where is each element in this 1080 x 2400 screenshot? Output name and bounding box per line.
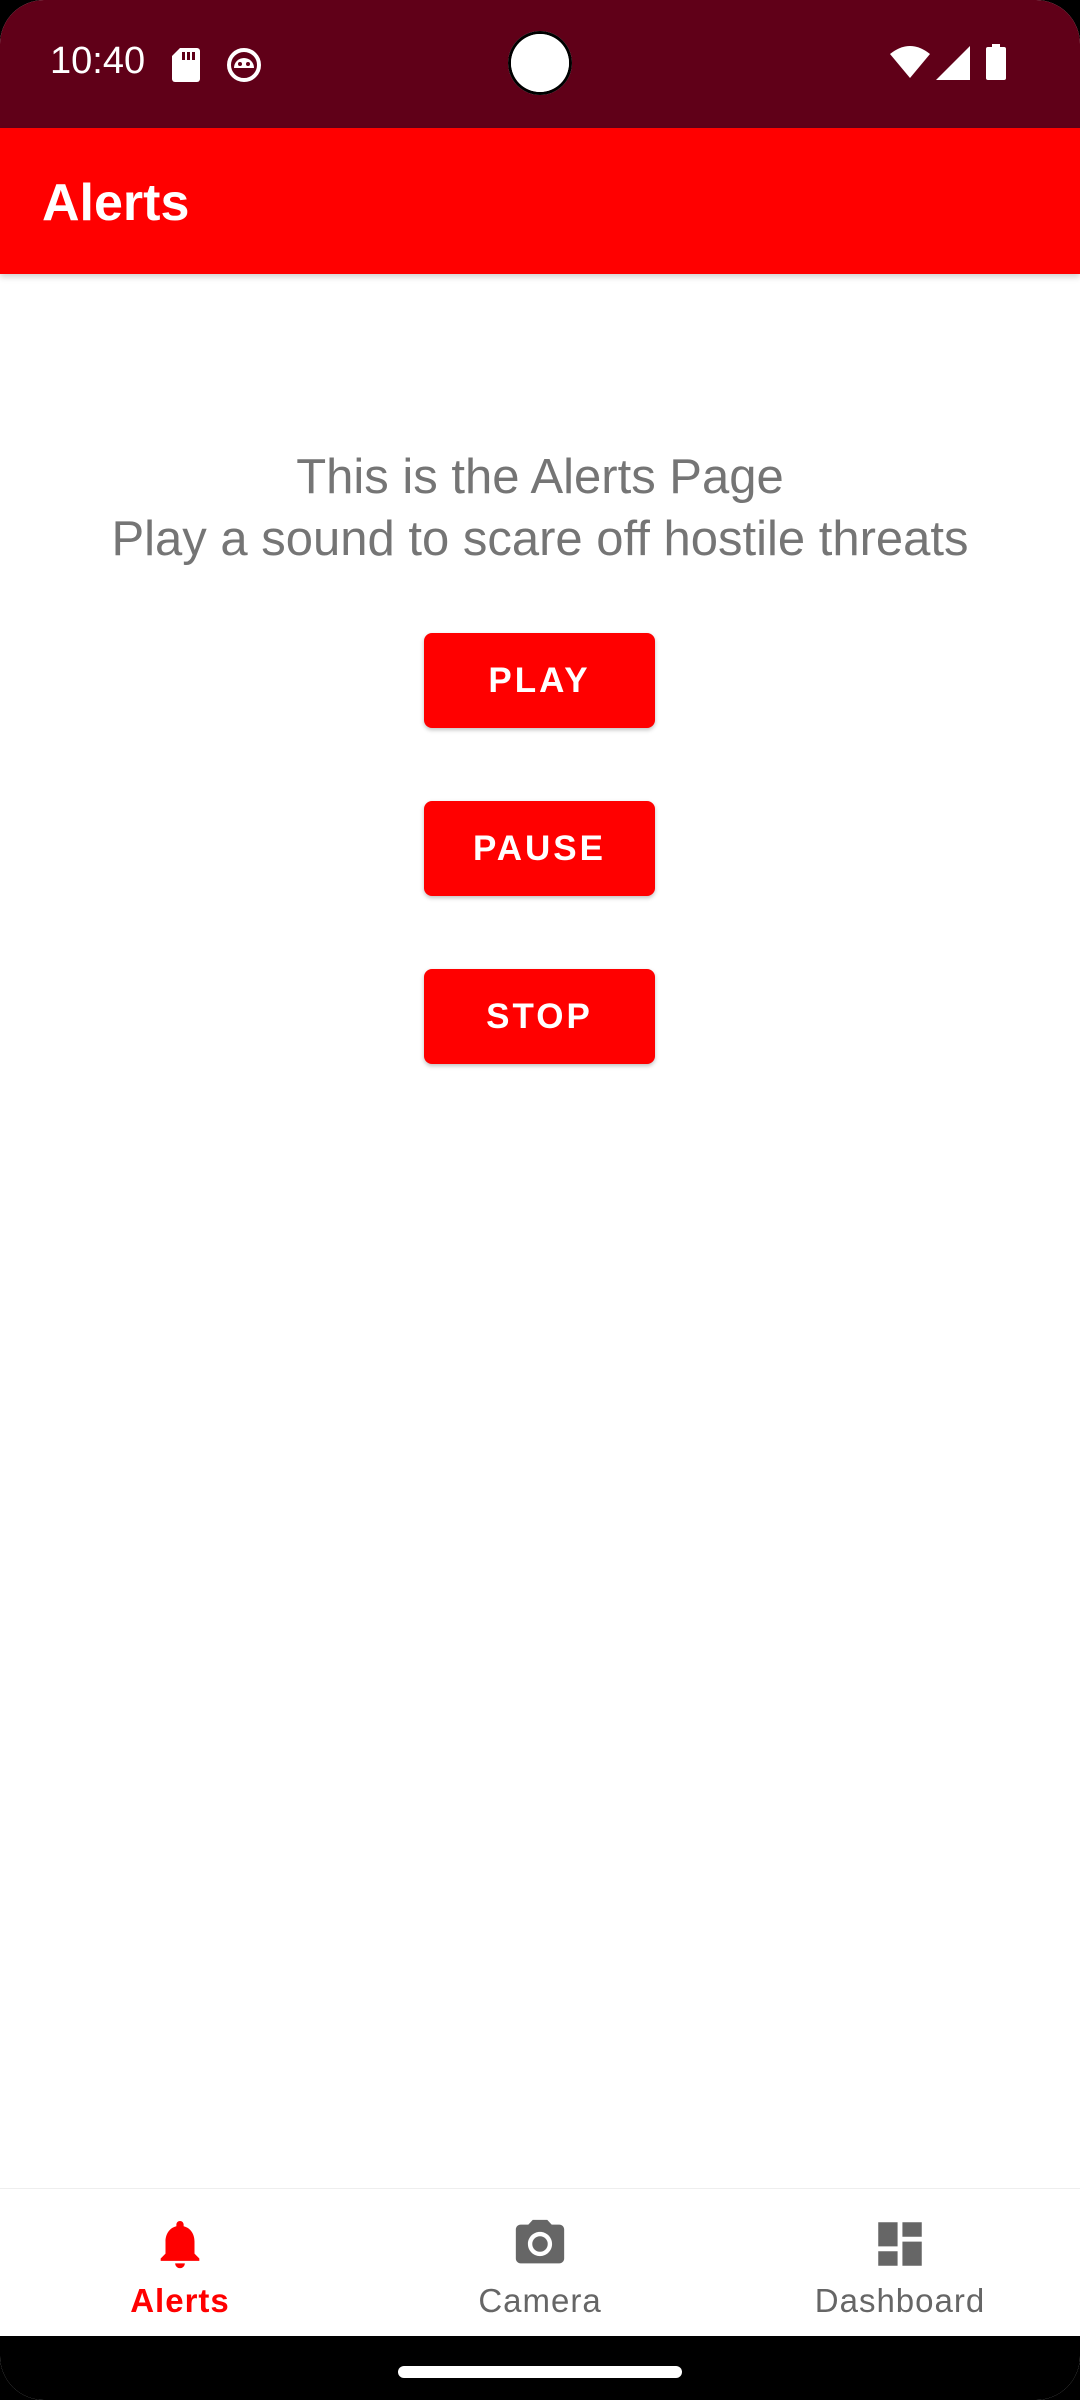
status-time: 10:40 bbox=[50, 40, 146, 82]
gesture-navigation-bar bbox=[0, 2336, 1080, 2400]
camera-cutout bbox=[508, 31, 572, 95]
nav-item-camera[interactable]: Camera bbox=[360, 2189, 720, 2337]
cell-signal-icon bbox=[936, 46, 970, 80]
bottom-navigation: Alerts Camera Dashboard bbox=[0, 2188, 1080, 2337]
app-bar: Alerts bbox=[0, 128, 1080, 274]
android-debug-icon bbox=[227, 48, 261, 82]
dashboard-icon bbox=[878, 2222, 922, 2266]
status-bar: 10:40 bbox=[0, 0, 1080, 128]
intro-line-1: This is the Alerts Page bbox=[296, 450, 784, 504]
nav-label-camera: Camera bbox=[478, 2282, 602, 2319]
page-title: Alerts bbox=[42, 174, 190, 232]
stop-button[interactable]: STOP bbox=[424, 969, 655, 1064]
battery-icon bbox=[986, 44, 1006, 80]
alerts-description: This is the Alerts Page Play a sound to … bbox=[0, 446, 1080, 570]
nav-label-dashboard: Dashboard bbox=[814, 2282, 986, 2319]
camera-icon bbox=[515, 2219, 565, 2264]
intro-line-2: Play a sound to scare off hostile threat… bbox=[111, 512, 969, 566]
nav-item-dashboard[interactable]: Dashboard bbox=[720, 2189, 1080, 2337]
wifi-icon bbox=[890, 46, 930, 78]
sd-card-icon bbox=[172, 48, 200, 82]
home-gesture-handle[interactable] bbox=[398, 2366, 682, 2378]
play-button[interactable]: PLAY bbox=[424, 633, 655, 728]
bell-icon bbox=[160, 2221, 200, 2269]
nav-label-alerts: Alerts bbox=[130, 2282, 230, 2319]
pause-button[interactable]: PAUSE bbox=[424, 801, 655, 896]
nav-item-alerts[interactable]: Alerts bbox=[0, 2189, 360, 2337]
phone-screen: 10:40 Alerts This is the Alerts Page Pla… bbox=[0, 0, 1080, 2400]
